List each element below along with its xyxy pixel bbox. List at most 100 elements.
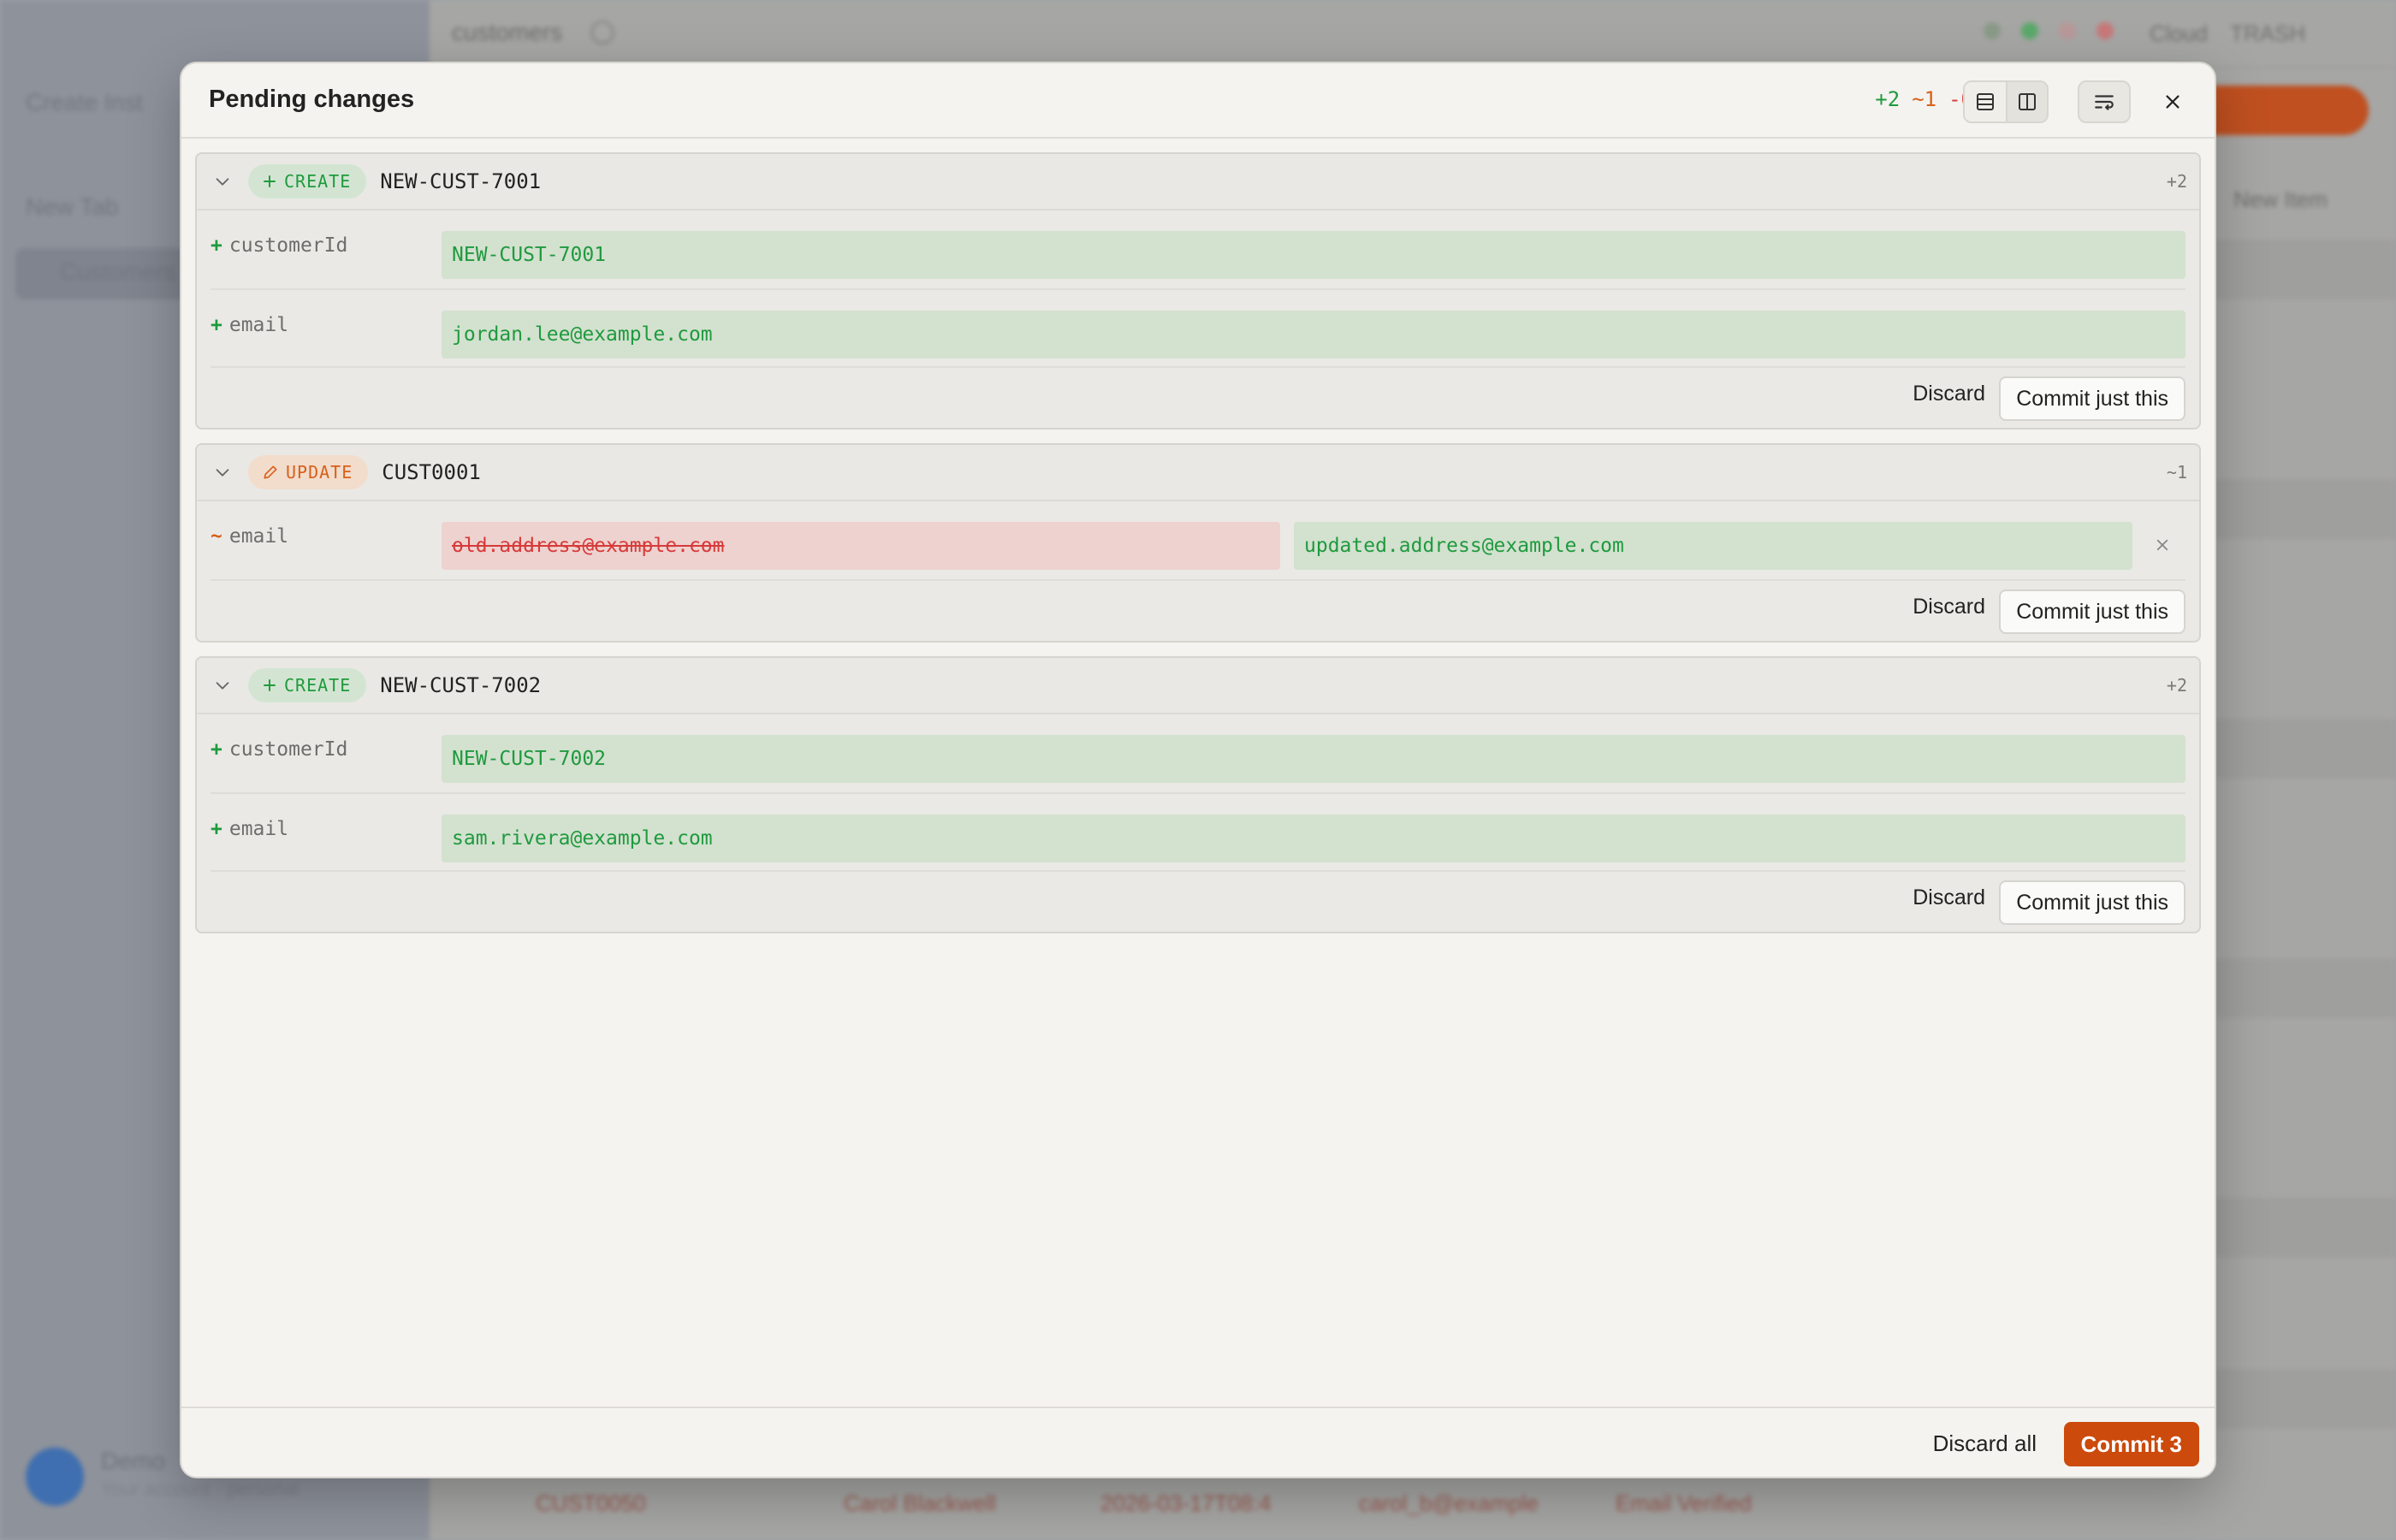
bg-cell: Email Verified (1616, 1490, 1752, 1516)
new-value: NEW-CUST-7002 (442, 735, 2185, 783)
new-value: NEW-CUST-7001 (442, 231, 2185, 279)
commit-all-button[interactable]: Commit 3 (2063, 1422, 2199, 1466)
bg-new-item: New Item (2233, 187, 2328, 212)
bg-table-title: customers (452, 19, 563, 45)
field-name: + customerId (211, 210, 442, 257)
change-count: ~1 (2166, 462, 2187, 483)
record-id: CUST0001 (382, 460, 481, 484)
dialog-footer: Discard all Commit 3 (181, 1407, 2215, 1477)
wrap-text-button[interactable] (2078, 80, 2131, 123)
new-value: sam.rivera@example.com (442, 814, 2185, 862)
close-icon (2156, 539, 2168, 551)
change-card: UPDATE CUST0001 ~1 ~ email old.address@ex… (195, 443, 2201, 643)
field-label: customerId (228, 234, 348, 257)
dialog-body: CREATE NEW-CUST-7001 +2 + customerId NEW-… (195, 152, 2201, 947)
change-card-footer: Discard Commit just this (211, 366, 2185, 428)
bg-user-sub: Your account · personal (101, 1478, 300, 1500)
chevron-down-icon (216, 469, 229, 477)
bg-status-label: Cloud (2150, 21, 2208, 46)
close-icon (2166, 95, 2180, 109)
field-name: ~ email (211, 501, 442, 548)
field-label: email (228, 314, 289, 336)
bg-sidebar-item: New Tab (26, 193, 119, 220)
plus-icon (264, 175, 276, 187)
field-label: email (228, 525, 289, 548)
field-label: customerId (228, 738, 348, 761)
change-card-footer: Discard Commit just this (211, 579, 2185, 641)
pending-changes-dialog: Pending changes +2 ~1 -0 CREATE NEW-CUST… (180, 62, 2216, 1478)
bg-status-dots (1984, 22, 2114, 39)
field-name: + email (211, 794, 442, 840)
field-row: + customerId NEW-CUST-7002 (211, 714, 2185, 792)
badge-label: CREATE (284, 171, 352, 192)
badge-label: UPDATE (286, 462, 353, 483)
added-count: +2 (1875, 87, 1901, 111)
field-marker: ~ (211, 525, 222, 548)
change-summary: +2 ~1 -0 (1875, 87, 1973, 111)
plus-icon (264, 679, 276, 691)
change-card-header[interactable]: CREATE NEW-CUST-7002 +2 (197, 658, 2199, 714)
field-name: + customerId (211, 714, 442, 761)
chevron-down-icon (216, 178, 229, 186)
bg-status-label-2: TRASH (2230, 21, 2306, 46)
field-marker: + (211, 818, 222, 840)
discard-button[interactable]: Discard (1913, 886, 1985, 910)
change-card-footer: Discard Commit just this (211, 870, 2185, 932)
bg-sidebar-item: Create Inst (26, 89, 143, 116)
collapse-toggle[interactable] (197, 658, 248, 714)
collapse-toggle[interactable] (197, 445, 248, 500)
bg-cell: carol_b@example (1359, 1490, 1539, 1516)
dialog-title: Pending changes (209, 86, 415, 113)
bg-cell: CUST0050 (536, 1490, 646, 1516)
close-dialog-button[interactable] (2153, 82, 2192, 121)
pencil-icon (264, 465, 277, 479)
bg-cell: 2026-03-17T08:4 (1100, 1490, 1272, 1516)
create-badge: CREATE (248, 668, 367, 702)
field-row: + email sam.rivera@example.com (211, 792, 2185, 870)
unified-view-button[interactable] (1965, 82, 2006, 121)
dialog-header: Pending changes +2 ~1 -0 (181, 63, 2215, 139)
bg-user-name: Demo (101, 1448, 165, 1474)
discard-button[interactable]: Discard (1913, 382, 1985, 406)
rows-icon (1977, 93, 1994, 110)
chevron-down-icon (216, 682, 229, 690)
change-count: +2 (2166, 675, 2187, 696)
create-badge: CREATE (248, 164, 367, 198)
commit-just-this-button[interactable]: Commit just this (1999, 880, 2185, 925)
columns-icon (2019, 93, 2036, 110)
view-mode-toggle (1963, 80, 2049, 123)
badge-label: CREATE (284, 675, 352, 696)
new-value: updated.address@example.com (1294, 522, 2132, 570)
field-row: ~ email old.address@example.com updated.a… (211, 501, 2185, 579)
bg-avatar (26, 1448, 84, 1506)
field-row: + email jordan.lee@example.com (211, 288, 2185, 366)
change-card-header[interactable]: UPDATE CUST0001 ~1 (197, 445, 2199, 501)
split-view-button[interactable] (2006, 82, 2047, 121)
field-row: + customerId NEW-CUST-7001 (211, 210, 2185, 288)
change-count: +2 (2166, 171, 2187, 192)
bg-cell: Carol Blackwell (844, 1490, 996, 1516)
old-value: old.address@example.com (442, 522, 1280, 570)
commit-just-this-button[interactable]: Commit just this (1999, 589, 2185, 634)
change-card: CREATE NEW-CUST-7002 +2 + customerId NEW-… (195, 656, 2201, 933)
record-id: NEW-CUST-7001 (380, 169, 542, 193)
field-label: email (228, 818, 289, 840)
field-name: + email (211, 290, 442, 336)
bg-sidebar-item: Customers (60, 258, 176, 285)
discard-button[interactable]: Discard (1913, 595, 1985, 619)
collapse-toggle[interactable] (197, 154, 248, 210)
change-card-header[interactable]: CREATE NEW-CUST-7001 +2 (197, 154, 2199, 210)
field-marker: + (211, 234, 222, 257)
wrap-text-icon (2095, 95, 2114, 110)
record-id: NEW-CUST-7002 (380, 673, 542, 697)
commit-just-this-button[interactable]: Commit just this (1999, 376, 2185, 421)
bg-sync-icon (590, 21, 614, 44)
field-marker: + (211, 738, 222, 761)
update-badge: UPDATE (248, 455, 369, 489)
discard-all-button[interactable]: Discard all (1933, 1430, 2037, 1457)
revert-field-button[interactable] (2150, 532, 2175, 558)
new-value: jordan.lee@example.com (442, 311, 2185, 358)
field-marker: + (211, 314, 222, 336)
modified-count: ~1 (1912, 87, 1937, 111)
change-card: CREATE NEW-CUST-7001 +2 + customerId NEW-… (195, 152, 2201, 429)
